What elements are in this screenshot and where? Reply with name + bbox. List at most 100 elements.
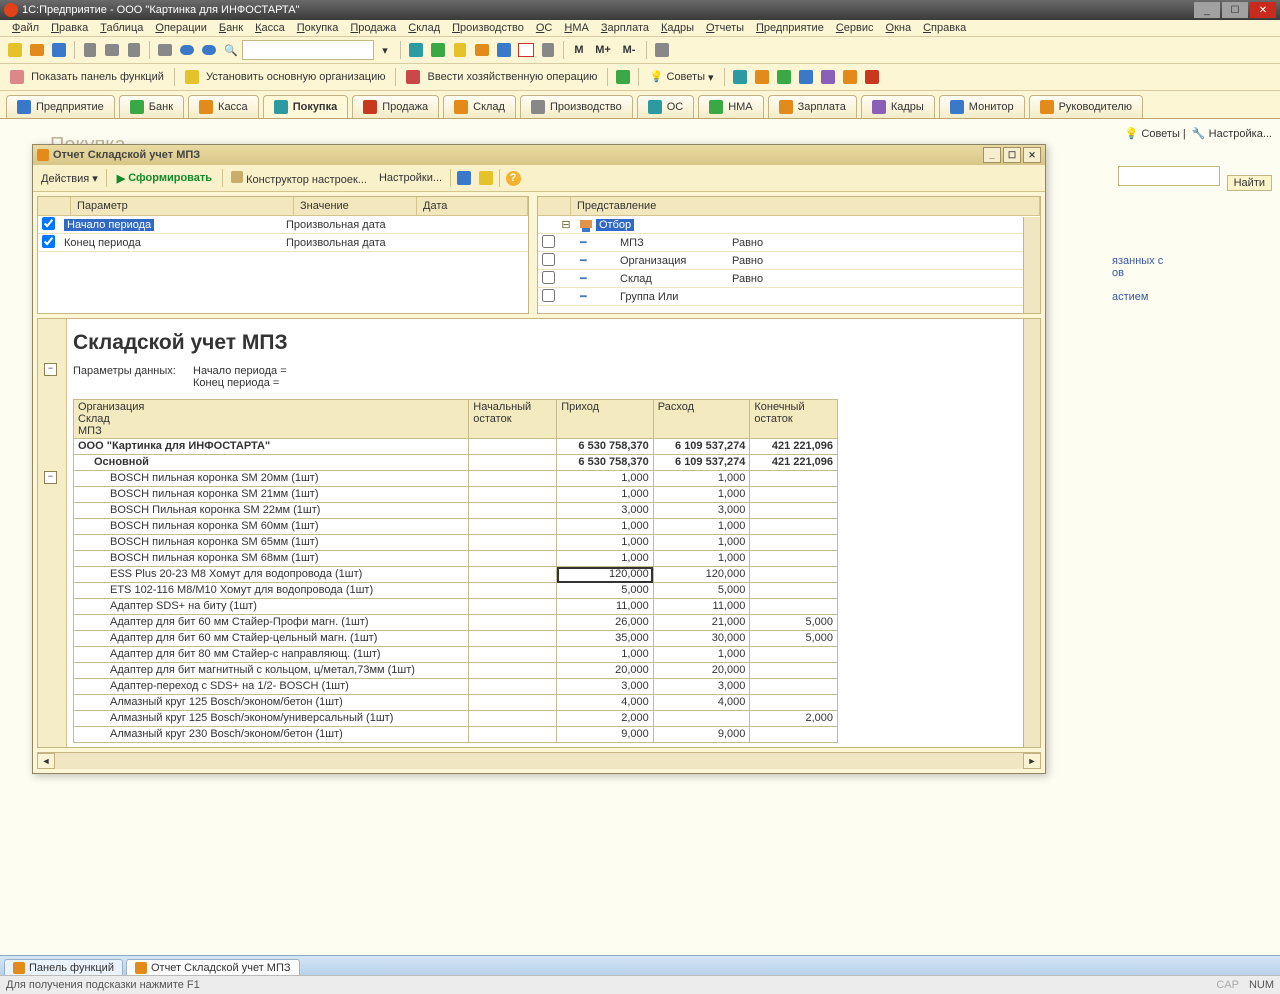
param-checkbox[interactable] <box>42 235 55 248</box>
menu-Отчеты[interactable]: Отчеты <box>700 20 750 36</box>
table-row[interactable]: ООО "Картинка для ИНФОСТАРТА"6 530 758,3… <box>74 439 838 455</box>
grid3-icon[interactable] <box>775 68 793 86</box>
tab-Предприятие[interactable]: Предприятие <box>6 95 115 118</box>
print-icon[interactable] <box>156 41 174 59</box>
redo-icon[interactable] <box>200 41 218 59</box>
param-row[interactable]: Начало периодаПроизвольная дата <box>38 216 528 234</box>
filter-row[interactable]: ━ОрганизацияРавно <box>538 252 1040 270</box>
settings-link[interactable]: 🔧 Настройка... <box>1192 128 1272 140</box>
undo-icon[interactable] <box>178 41 196 59</box>
action1-icon[interactable] <box>614 68 632 86</box>
copy-icon[interactable] <box>103 41 121 59</box>
filter-row[interactable]: ━Группа Или <box>538 288 1040 306</box>
table-row[interactable]: Адаптер для бит 60 мм Стайер-цельный маг… <box>74 631 838 647</box>
report-icon[interactable] <box>407 41 425 59</box>
menu-Производство[interactable]: Производство <box>446 20 530 36</box>
menu-Справка[interactable]: Справка <box>917 20 972 36</box>
table-row[interactable]: ESS Plus 20-23 M8 Хомут для водопровода … <box>74 567 838 583</box>
grid2-icon[interactable] <box>753 68 771 86</box>
modal-minimize-button[interactable]: _ <box>983 147 1001 163</box>
tab-Склад[interactable]: Склад <box>443 95 516 118</box>
table-row[interactable]: Адаптер-переход с SDS+ на 1/2- BOSCH (1ш… <box>74 679 838 695</box>
set-org-button[interactable]: Установить основную организацию <box>179 70 392 84</box>
table-row[interactable]: BOSCH пильная коронка SM 60мм (1шт)1,000… <box>74 519 838 535</box>
menu-ОС[interactable]: ОС <box>530 20 559 36</box>
menu-Продажа[interactable]: Продажа <box>344 20 402 36</box>
advice-link[interactable]: 💡 Советы <box>1125 128 1180 140</box>
report-vscroll[interactable] <box>1023 319 1040 747</box>
table-row[interactable]: BOSCH пильная коронка SM 68мм (1шт)1,000… <box>74 551 838 567</box>
menu-Правка[interactable]: Правка <box>45 20 94 36</box>
paste-icon[interactable] <box>125 41 143 59</box>
menu-Кадры[interactable]: Кадры <box>655 20 700 36</box>
table-row[interactable]: Адаптер для бит 80 мм Стайер-с направляю… <box>74 647 838 663</box>
mminus-button[interactable]: M- <box>618 41 640 59</box>
report-tool2-icon[interactable] <box>477 169 495 187</box>
modal-close-button[interactable]: ✕ <box>1023 147 1041 163</box>
filter-checkbox[interactable] <box>542 271 555 284</box>
param-checkbox[interactable] <box>42 217 55 230</box>
filter-row[interactable]: ━МПЗРавно <box>538 234 1040 252</box>
menu-Предприятие[interactable]: Предприятие <box>750 20 830 36</box>
table-row[interactable]: ETS 102-116 M8/M10 Хомут для водопровода… <box>74 583 838 599</box>
tab-Зарплата[interactable]: Зарплата <box>768 95 857 118</box>
side-link-1[interactable]: язанных с <box>1112 255 1163 267</box>
menu-НМА[interactable]: НМА <box>558 20 594 36</box>
table-icon[interactable] <box>429 41 447 59</box>
report-table[interactable]: Организация Склад МПЗ Начальный остаток … <box>73 399 838 743</box>
actions-menu[interactable]: Действия ▾ <box>37 171 102 186</box>
table-row[interactable]: Основной6 530 758,3706 109 537,274421 22… <box>74 455 838 471</box>
grid4-icon[interactable] <box>797 68 815 86</box>
table-row[interactable]: Адаптер SDS+ на биту (1шт)11,00011,000 <box>74 599 838 615</box>
menu-Сервис[interactable]: Сервис <box>830 20 880 36</box>
find-icon[interactable]: 🔍 <box>222 41 240 59</box>
menu-Таблица[interactable]: Таблица <box>94 20 149 36</box>
scroll-right-icon[interactable]: ► <box>1023 753 1041 769</box>
table-row[interactable]: Адаптер для бит 60 мм Стайер-Профи магн.… <box>74 615 838 631</box>
advice-button[interactable]: 💡 Советы ▾ <box>643 70 719 84</box>
filter-checkbox[interactable] <box>542 253 555 266</box>
tab-Касса[interactable]: Касса <box>188 95 259 118</box>
calc-icon[interactable] <box>539 41 557 59</box>
mplus-button[interactable]: M+ <box>592 41 614 59</box>
calendar-icon[interactable] <box>517 41 535 59</box>
menu-Окна[interactable]: Окна <box>880 20 918 36</box>
cut-icon[interactable] <box>81 41 99 59</box>
filter-checkbox[interactable] <box>542 289 555 302</box>
table-row[interactable]: BOSCH Пильная коронка SM 22мм (1шт)3,000… <box>74 503 838 519</box>
tab-Продажа[interactable]: Продажа <box>352 95 439 118</box>
save-icon[interactable] <box>50 41 68 59</box>
settings-report-button[interactable]: Настройки... <box>375 171 446 185</box>
collapse-node-1[interactable]: − <box>44 363 57 376</box>
menu-Файл[interactable]: Файл <box>6 20 45 36</box>
tab-Производство[interactable]: Производство <box>520 95 633 118</box>
param-row[interactable]: Конец периодаПроизвольная дата <box>38 234 528 252</box>
table-row[interactable]: BOSCH пильная коронка SM 65мм (1шт)1,000… <box>74 535 838 551</box>
enter-operation-button[interactable]: Ввести хозяйственную операцию <box>400 70 603 84</box>
tab-Банк[interactable]: Банк <box>119 95 184 118</box>
filter-checkbox[interactable] <box>542 235 555 248</box>
form-report-button[interactable]: ▶ Сформировать <box>111 171 218 186</box>
maximize-button[interactable]: ☐ <box>1222 2 1248 18</box>
table-row[interactable]: Адаптер для бит магнитный с кольцом, ц/м… <box>74 663 838 679</box>
grid5-icon[interactable] <box>819 68 837 86</box>
menu-Операции[interactable]: Операции <box>149 20 212 36</box>
table-row[interactable]: Алмазный круг 125 Bosch/эконом/универсал… <box>74 711 838 727</box>
tab-Руководителю[interactable]: Руководителю <box>1029 95 1143 118</box>
wintab[interactable]: Отчет Складской учет МПЗ <box>126 959 300 976</box>
menu-Касса[interactable]: Касса <box>249 20 291 36</box>
constructor-button[interactable]: Конструктор настроек... <box>227 170 371 187</box>
table-row[interactable]: BOSCH пильная коронка SM 20мм (1шт)1,000… <box>74 471 838 487</box>
show-panel-button[interactable]: Показать панель функций <box>4 70 170 84</box>
find-input[interactable] <box>1118 166 1220 186</box>
menu-Зарплата[interactable]: Зарплата <box>595 20 655 36</box>
grid6-icon[interactable] <box>841 68 859 86</box>
close-button[interactable]: ✕ <box>1250 2 1276 18</box>
link-icon[interactable] <box>495 41 513 59</box>
tab-ОС[interactable]: ОС <box>637 95 695 118</box>
filter-scrollbar[interactable] <box>1023 217 1040 313</box>
wintab[interactable]: Панель функций <box>4 959 123 976</box>
open-icon[interactable] <box>28 41 46 59</box>
dropdown-icon[interactable]: ▾ <box>376 41 394 59</box>
chart-icon[interactable] <box>473 41 491 59</box>
